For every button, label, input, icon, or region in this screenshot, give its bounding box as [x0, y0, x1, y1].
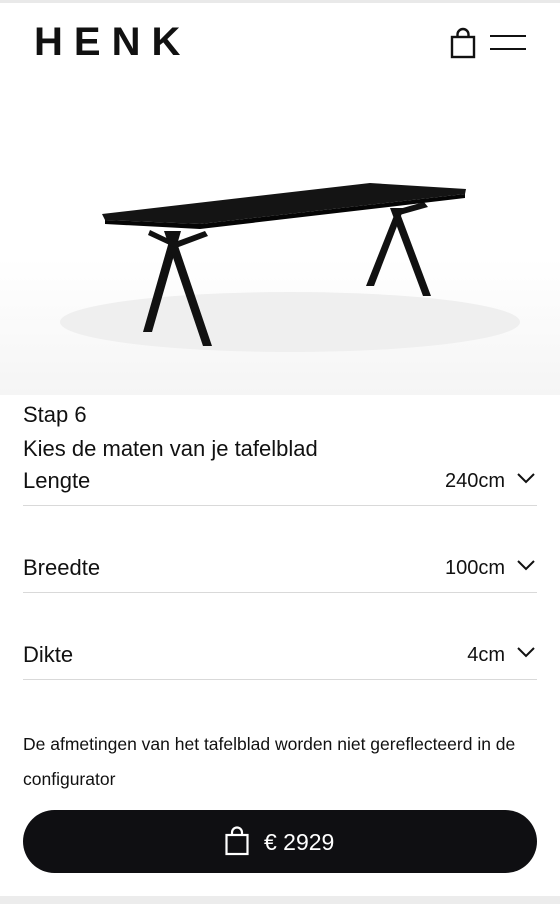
- step-label: Stap 6: [23, 402, 87, 427]
- step-title: Kies de maten van je tafelblad: [23, 436, 318, 461]
- price-label: € 2929: [264, 829, 335, 855]
- add-to-cart-button[interactable]: € 2929: [23, 810, 537, 873]
- option-label: Breedte: [23, 555, 101, 580]
- chevron-down-icon: [517, 473, 535, 484]
- option-dikte-select[interactable]: Dikte 4cm: [23, 639, 537, 680]
- cart-button[interactable]: [449, 27, 477, 59]
- menu-button[interactable]: [490, 33, 528, 55]
- option-value: 100cm: [444, 557, 505, 579]
- product-image: [0, 90, 560, 395]
- shopping-bag-icon: [450, 27, 476, 59]
- chevron-down-icon: [517, 560, 535, 571]
- option-lengte-select[interactable]: Lengte 240cm: [23, 465, 537, 506]
- table-illustration: [60, 183, 520, 352]
- option-breedte-select[interactable]: Breedte 100cm: [23, 552, 537, 593]
- shopping-bag-icon: [225, 826, 249, 856]
- bottom-edge: [0, 896, 560, 904]
- site-header: HENK: [0, 0, 560, 90]
- dimension-note: De afmetingen van het tafelblad worden n…: [23, 734, 516, 789]
- hamburger-menu-icon-line-bottom: [490, 48, 526, 50]
- option-label: Lengte: [23, 468, 91, 493]
- option-value: 4cm: [467, 644, 505, 666]
- chevron-down-icon: [517, 647, 535, 658]
- option-value: 240cm: [444, 470, 505, 492]
- logo[interactable]: HENK: [34, 20, 191, 64]
- option-label: Dikte: [23, 642, 74, 667]
- hamburger-menu-icon-line-top: [490, 35, 526, 37]
